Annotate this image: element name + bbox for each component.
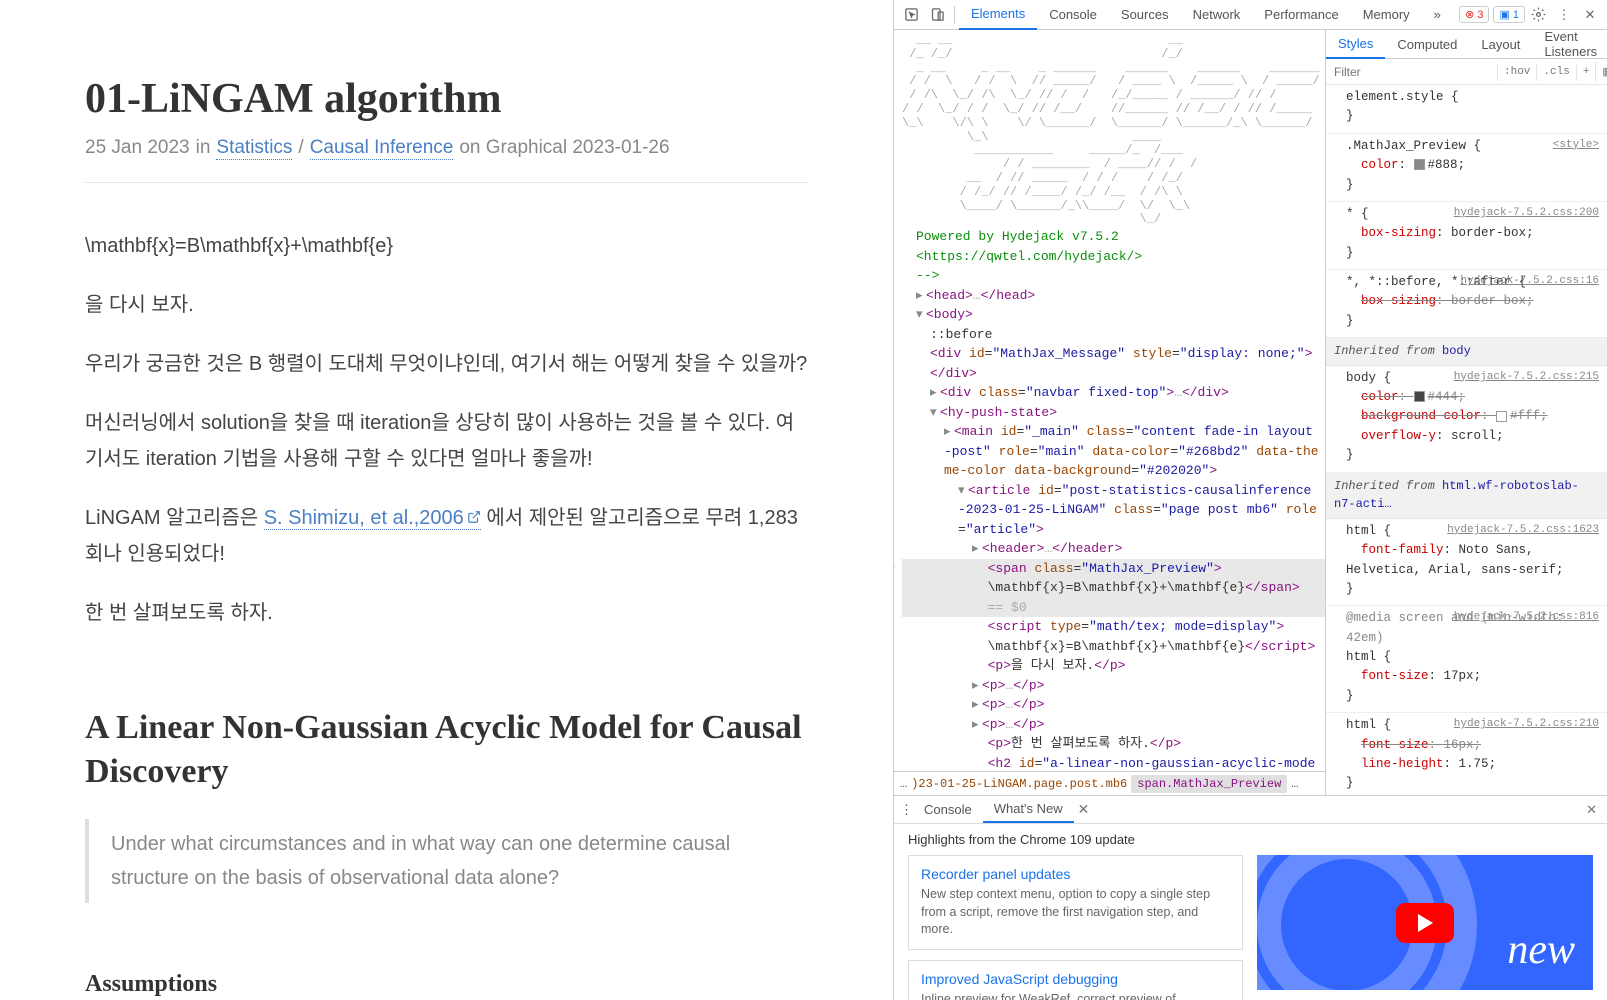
post-meta: 25 Jan 2023 in Statistics / Causal Infer…: [85, 137, 808, 160]
dom-node[interactable]: ▸<p>…</p>: [902, 715, 1325, 735]
inspect-icon[interactable]: [898, 2, 924, 28]
inherited-section: Inherited from html.wf-robotoslab-n7-act…: [1326, 473, 1607, 519]
html-comment: Powered by Hydejack v7.5.2: [902, 227, 1325, 247]
error-badge[interactable]: ⊗ 3: [1459, 6, 1489, 23]
webpage-content[interactable]: 01-LiNGAM algorithm 25 Jan 2023 in Stati…: [0, 0, 893, 1000]
dom-node[interactable]: ▸<p>…</p>: [902, 695, 1325, 715]
css-rule[interactable]: hydejack-7.5.2.css:210html { font-size: …: [1326, 713, 1607, 795]
card-title: Improved JavaScript debugging: [921, 971, 1230, 987]
paragraph: 을 다시 보자.: [85, 287, 808, 323]
add-rule-icon[interactable]: +: [1576, 63, 1596, 81]
drawer-tab-console[interactable]: Console: [913, 797, 983, 822]
whatsnew-card[interactable]: Recorder panel updates New step context …: [908, 855, 1243, 950]
tab-sources[interactable]: Sources: [1109, 0, 1181, 29]
external-link-icon: [467, 510, 481, 524]
dom-node[interactable]: <script type="math/tex; mode=display"> \…: [902, 617, 1325, 656]
close-icon[interactable]: ✕: [1078, 801, 1090, 818]
computed-toggle-icon[interactable]: ▦: [1595, 62, 1607, 82]
styles-filter-input[interactable]: [1326, 61, 1497, 83]
dom-node[interactable]: ▸<main id="_main" class="content fade-in…: [902, 422, 1325, 481]
dom-node[interactable]: ::before: [902, 325, 1325, 345]
tab-more[interactable]: »: [1422, 0, 1453, 29]
card-title: Recorder panel updates: [921, 866, 1230, 882]
css-rule[interactable]: hydejack-7.5.2.css:1623html { font-famil…: [1326, 519, 1607, 607]
category-link-statistics[interactable]: Statistics: [216, 137, 292, 160]
paragraph: 우리가 궁금한 것은 B 행렬이 도대체 무엇이냐인데, 여기서 해는 어떻게 …: [85, 346, 808, 382]
section-heading: A Linear Non-Gaussian Acyclic Model for …: [85, 706, 808, 794]
paragraph: LiNGAM 알고리즘은 S. Shimizu, et al.,2006 에서 …: [85, 500, 808, 572]
styles-filter-row: :hov .cls + ▦ ⫿: [1326, 59, 1607, 85]
dom-tree[interactable]: __ __ __ __ /_ /_/ /_/ /_/ _ __ _ __ _ _…: [894, 30, 1325, 771]
tab-memory[interactable]: Memory: [1351, 0, 1422, 29]
info-badge[interactable]: ▣ 1: [1493, 6, 1525, 23]
html-comment: <https://qwtel.com/hydejack/>: [902, 247, 1325, 267]
equation: \mathbf{x}=B\mathbf{x}+\mathbf{e}: [85, 228, 808, 264]
css-rule[interactable]: hydejack-7.5.2.css:215body { color: #444…: [1326, 366, 1607, 473]
device-icon[interactable]: [924, 2, 950, 28]
css-rule[interactable]: <style>.MathJax_Preview { color: #888;}: [1326, 134, 1607, 202]
dom-tree-panel: __ __ __ __ /_ /_/ /_/ /_/ _ __ _ __ _ _…: [894, 30, 1326, 795]
tab-layout[interactable]: Layout: [1469, 31, 1532, 58]
divider: [85, 182, 808, 183]
tab-styles[interactable]: Styles: [1326, 30, 1385, 59]
page-title: 01-LiNGAM algorithm: [85, 75, 808, 123]
kebab-icon[interactable]: ⋮: [900, 802, 913, 818]
inherited-section: Inherited from body: [1326, 338, 1607, 366]
tab-computed[interactable]: Computed: [1385, 31, 1469, 58]
css-rule[interactable]: element.style {}: [1326, 85, 1607, 134]
tab-performance[interactable]: Performance: [1252, 0, 1350, 29]
html-comment: -->: [902, 266, 1325, 286]
dom-node[interactable]: <p>한 번 살펴보도록 하자.</p>: [902, 734, 1325, 754]
dom-node[interactable]: ▸<div class="navbar fixed-top">…</div>: [902, 383, 1325, 403]
styles-tabs: Styles Computed Layout Event Listeners »: [1326, 30, 1607, 59]
paragraph: 머신러닝에서 solution을 찾을 때 iteration을 상당히 많이 …: [85, 405, 808, 477]
citation-link[interactable]: S. Shimizu, et al.,2006: [264, 507, 481, 530]
tab-elements[interactable]: Elements: [959, 0, 1037, 30]
play-icon: [1396, 903, 1454, 943]
dom-node[interactable]: ▸<head>…</head>: [902, 286, 1325, 306]
dom-node[interactable]: ▾<hy-push-state>: [902, 403, 1325, 423]
drawer-panel: ⋮ Console What's New ✕ ✕ Highlights from…: [894, 795, 1607, 1000]
dom-node[interactable]: ▾<body>: [902, 305, 1325, 325]
subsection-heading: Assumptions: [85, 963, 808, 1000]
drawer-tabs: ⋮ Console What's New ✕ ✕: [894, 796, 1607, 824]
card-desc: Inline preview for WeakRef, correct prev…: [921, 991, 1230, 1000]
category-link-causal[interactable]: Causal Inference: [310, 137, 454, 160]
dom-node[interactable]: ▸<p>…</p>: [902, 676, 1325, 696]
css-rule[interactable]: hydejack-7.5.2.css:816@media screen and …: [1326, 606, 1607, 713]
devtools-toolbar: Elements Console Sources Network Perform…: [894, 0, 1607, 30]
whatsnew-card[interactable]: Improved JavaScript debugging Inline pre…: [908, 960, 1243, 1000]
dom-node[interactable]: ▾<article id="post-statistics-causalinfe…: [902, 481, 1325, 540]
css-rule[interactable]: hydejack-7.5.2.css:16*, *::before, *::af…: [1326, 270, 1607, 338]
card-desc: New step context menu, option to copy a …: [921, 886, 1230, 939]
breadcrumb[interactable]: … )23-01-25-LiNGAM.page.post.mb6 span.Ma…: [894, 771, 1325, 795]
css-rule[interactable]: hydejack-7.5.2.css:200* { box-sizing: bo…: [1326, 202, 1607, 270]
close-icon[interactable]: ✕: [1582, 798, 1601, 822]
hov-button[interactable]: :hov: [1497, 63, 1536, 81]
ascii-art: __ __ __ __ /_ /_/ /_/ /_/ _ __ _ __ _ _…: [902, 34, 1325, 227]
blockquote: Under what circumstances and in what way…: [85, 819, 808, 903]
dom-node[interactable]: <h2 id="a-linear-non-gaussian-acyclic-mo…: [902, 754, 1325, 771]
dom-node[interactable]: <div id="MathJax_Message" style="display…: [902, 344, 1325, 383]
dom-node-selected[interactable]: <span class="MathJax_Preview"> \mathbf{x…: [902, 559, 1325, 618]
cls-button[interactable]: .cls: [1536, 63, 1575, 81]
devtools-panel: Elements Console Sources Network Perform…: [893, 0, 1607, 1000]
whatsnew-headline: Highlights from the Chrome 109 update: [894, 824, 1607, 855]
styles-list[interactable]: element.style {} <style>.MathJax_Preview…: [1326, 85, 1607, 795]
styles-panel: Styles Computed Layout Event Listeners »…: [1326, 30, 1607, 795]
paragraph: 한 번 살펴보도록 하자.: [85, 595, 808, 631]
tab-network[interactable]: Network: [1181, 0, 1253, 29]
dom-node[interactable]: ▸<header>…</header>: [902, 539, 1325, 559]
drawer-tab-whatsnew[interactable]: What's New: [983, 796, 1074, 823]
tab-console[interactable]: Console: [1037, 0, 1109, 29]
video-thumbnail[interactable]: new: [1257, 855, 1593, 990]
dom-node[interactable]: <p>을 다시 보자.</p>: [902, 656, 1325, 676]
